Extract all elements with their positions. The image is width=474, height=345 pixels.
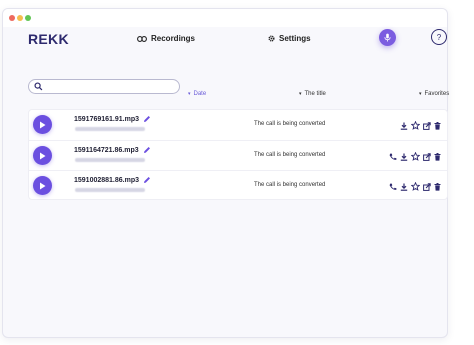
close-window-button[interactable] [9,15,15,21]
redacted-details [75,158,145,162]
search-icon [34,82,43,91]
pencil-icon[interactable] [143,176,151,184]
pencil-icon[interactable] [143,115,151,123]
star-icon[interactable] [411,152,420,161]
share-icon[interactable] [423,121,431,130]
play-icon [40,152,46,159]
recordings-list: 1591769161.91.mp3 The call is being conv… [28,109,448,200]
gear-icon [268,35,275,42]
star-icon[interactable] [411,121,420,130]
caret-down-icon: ▾ [299,91,302,97]
star-icon[interactable] [411,182,420,191]
play-button[interactable] [33,176,52,195]
sort-by-favorites[interactable]: ▾ Favorites [419,91,449,97]
maximize-window-button[interactable] [25,15,31,21]
row-actions [389,152,441,161]
microphone-icon [384,33,391,42]
row-actions [400,121,441,130]
share-icon[interactable] [423,152,431,161]
minimize-window-button[interactable] [17,15,23,21]
sort-title-label: The title [304,91,326,97]
recording-status: The call is being converted [254,121,326,127]
search-field[interactable] [28,79,180,94]
recording-row: 1591002881.86.mp3 The call is being conv… [29,170,447,200]
download-icon[interactable] [400,122,408,130]
trash-icon[interactable] [434,121,441,130]
row-actions [389,182,441,191]
play-icon [40,121,46,128]
nav-recordings-label: Recordings [151,34,196,43]
recording-status: The call is being converted [254,182,326,188]
link-icon [137,35,147,42]
record-button[interactable] [379,29,396,46]
recording-row: 1591164721.86.mp3 The call is being conv… [29,140,447,170]
app-logo: REKK [28,31,69,47]
trash-icon[interactable] [434,182,441,191]
phone-icon[interactable] [389,153,397,161]
play-icon [40,182,46,189]
pencil-icon[interactable] [143,146,151,154]
search-input[interactable] [45,81,175,92]
download-icon[interactable] [400,153,408,161]
title-bar [3,9,447,27]
recording-filename: 1591002881.86.mp3 [74,176,151,184]
recording-filename: 1591164721.86.mp3 [74,146,151,154]
caret-down-icon: ▾ [188,91,191,97]
sort-date-label: Date [193,91,207,97]
recording-status: The call is being converted [254,152,326,158]
nav-settings[interactable]: Settings [268,34,311,43]
caret-down-icon: ▾ [419,91,422,97]
download-icon[interactable] [400,183,408,191]
sort-favorites-label: Favorites [424,91,450,97]
phone-icon[interactable] [389,183,397,191]
play-button[interactable] [33,146,52,165]
redacted-details [75,188,145,192]
recording-filename: 1591769161.91.mp3 [74,115,151,123]
nav-recordings[interactable]: Recordings [137,34,195,43]
help-button[interactable]: ? [431,29,447,45]
filename-text: 1591769161.91.mp3 [74,115,139,123]
sort-by-date[interactable]: ▾ Date [188,91,206,97]
share-icon[interactable] [423,182,431,191]
redacted-details [75,127,145,131]
filename-text: 1591002881.86.mp3 [74,176,139,184]
filename-text: 1591164721.86.mp3 [74,146,139,154]
play-button[interactable] [33,115,52,134]
sort-by-title[interactable]: ▾ The title [299,91,326,97]
recording-row: 1591769161.91.mp3 The call is being conv… [29,110,447,140]
trash-icon[interactable] [434,152,441,161]
nav-settings-label: Settings [279,34,311,43]
